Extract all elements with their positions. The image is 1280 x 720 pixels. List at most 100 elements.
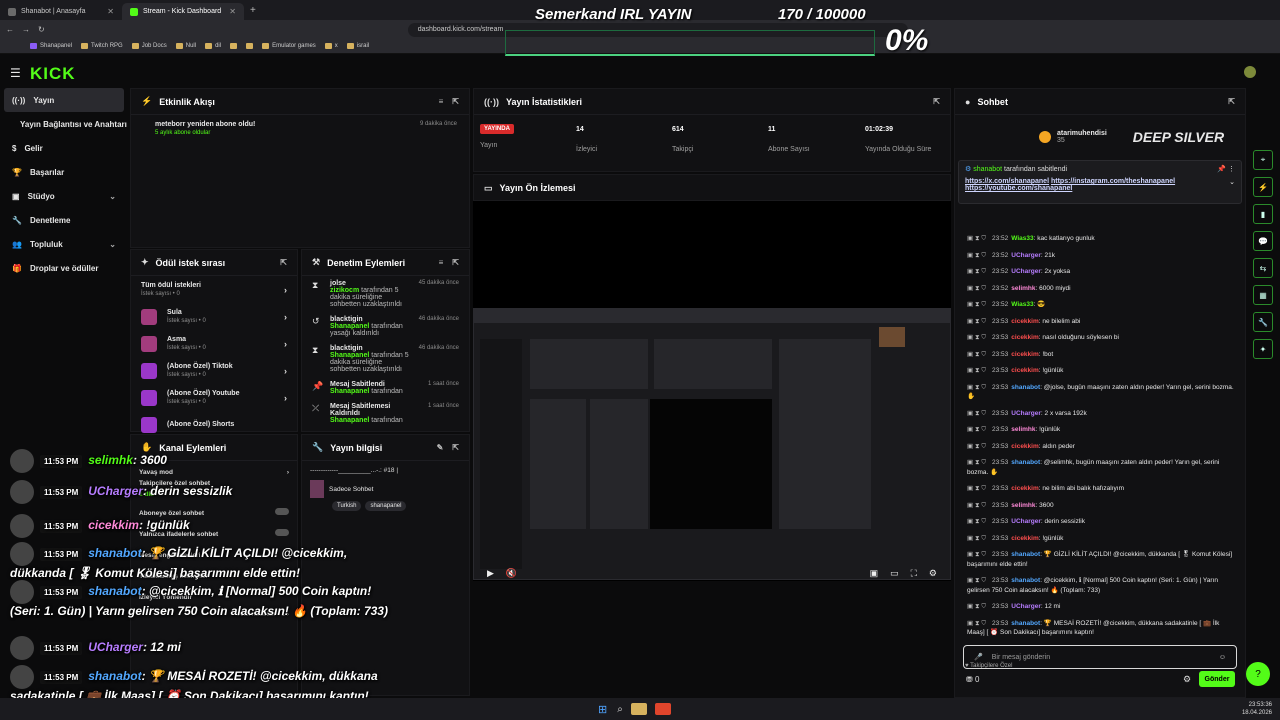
tag-chip[interactable]: Turkish [332,501,362,511]
message-user[interactable]: shanabot [1011,620,1040,627]
forward-icon[interactable]: → [22,25,30,34]
pinned-link[interactable]: https://youtube.com/shanapanel [965,185,1072,192]
bookmark-item[interactable]: Job Docs [131,43,167,49]
popout-icon[interactable]: ⇱ [933,97,940,106]
reward-item[interactable]: Sula İstek sayısı • 0 › [131,303,297,330]
browser-icon[interactable] [654,703,671,715]
chat-icon[interactable]: 💬 [1253,231,1273,251]
bookmark-item[interactable]: Twitch RPG [81,43,123,49]
kick-logo[interactable]: KICK [30,64,76,84]
chevron-down-icon[interactable]: ⌄ [1229,178,1235,186]
message-user[interactable]: cicekkim [1011,318,1038,325]
toggle-switch[interactable] [275,529,289,536]
message-user[interactable]: cicekkim [1011,535,1038,542]
sidebar-item-stream-key[interactable]: Yayın Bağlantısı ve Anahtarı [0,112,128,136]
emote-icon[interactable]: ☺ [1219,654,1226,661]
message-user[interactable]: selimhk [1011,285,1035,292]
message-user[interactable]: UCharger [1011,518,1041,525]
bookmark-item[interactable]: israil [346,43,369,49]
moderator-name[interactable]: zizikocm [330,287,359,294]
close-icon[interactable]: ✕ [229,7,236,16]
bookmark-item[interactable]: x [324,43,338,49]
popout-icon[interactable]: ⇱ [280,258,287,267]
pin-icon[interactable]: 📌 ⋮ [1217,165,1235,173]
message-user[interactable]: cicekkim [1011,334,1038,341]
windows-start-icon[interactable]: ⊞ [598,703,607,716]
reward-item[interactable]: (Abone Özel) Youtube İstek sayısı • 0 › [131,384,297,411]
sidebar-item-topluluk[interactable]: 👥 Topluluk ⌄ [0,232,128,256]
browser-tab-kick-dashboard[interactable]: Stream - Kick Dashboard ✕ [122,3,244,20]
message-user[interactable]: selimhk [1011,426,1035,433]
message-user[interactable]: cicekkim [1011,351,1038,358]
message-user[interactable]: selimhk [1011,502,1035,509]
bolt-icon[interactable]: ⚡ [1253,177,1273,197]
play-icon[interactable]: ▶ [487,568,494,579]
message-user[interactable]: UCharger [1011,268,1041,275]
layout-icon[interactable]: ▦ [1253,285,1273,305]
new-tab-button[interactable]: + [250,5,256,16]
message-user[interactable]: UCharger [1011,252,1041,259]
bookmark-item[interactable] [246,43,254,49]
sidebar-item-denetleme[interactable]: 🔧 Denetleme [0,208,128,232]
tag-chip[interactable]: shanapanel [365,501,407,511]
reward-item[interactable]: (Abone Özel) Tiktok İstek sayısı • 0 › [131,357,297,384]
avatar[interactable] [1244,66,1256,78]
toggle-switch[interactable] [275,508,289,515]
message-user[interactable]: shanabot [1011,384,1040,391]
gift-icon[interactable]: ✦ [1253,339,1273,359]
reload-icon[interactable]: ↻ [38,25,45,34]
popout-icon[interactable]: ⇱ [1228,97,1235,106]
bookmark-item[interactable] [230,43,238,49]
browser-tab-shanabot[interactable]: Shanabot | Anasayfa ✕ [0,3,122,20]
chat-input[interactable]: 🎤 Bir mesaj gönderin ☺ [963,645,1237,669]
reward-item[interactable]: Asma İstek sayısı • 0 › [131,330,297,357]
sidebar-item-droplar[interactable]: 🎁 Droplar ve ödüller [0,256,128,280]
send-button[interactable]: Gönder [1199,671,1235,687]
filter-icon[interactable]: ≡ [439,97,444,106]
sidebar-item-yayin[interactable]: ((·)) Yayın [4,88,124,112]
bookmark-item[interactable]: dil [205,43,221,49]
gear-icon[interactable]: ⚙ [929,568,937,579]
message-user[interactable]: Wias33 [1011,301,1033,308]
message-user[interactable]: shanabot [1011,459,1040,466]
popout-icon[interactable]: ⇱ [452,258,459,267]
moderator-name[interactable]: Shanapanel [330,352,369,359]
bookmark-item[interactable]: Null [175,43,196,49]
bookmark-item[interactable]: Emulator games [262,43,316,49]
search-icon[interactable]: ⌕ [617,704,623,715]
system-clock[interactable]: 23:53:36 18.04.2026 [1242,701,1272,717]
sidebar-item-studyo[interactable]: ▣ Stüdyo ⌄ [0,184,128,208]
message-user[interactable]: cicekkim [1011,367,1038,374]
message-user[interactable]: cicekkim [1011,485,1038,492]
folder-icon[interactable] [630,703,647,715]
back-icon[interactable]: ← [6,25,14,34]
close-icon[interactable]: ✕ [107,7,114,16]
chat-points[interactable]: ⛃ 0 [966,675,979,684]
pinned-link[interactable]: https://instagram.com/theshanapanel [1051,178,1175,185]
reward-item-all[interactable]: Tüm ödül istekleri İstek sayısı • 0 › [131,276,297,303]
raid-icon[interactable]: ⇆ [1253,258,1273,278]
moderator-name[interactable]: Shanapanel [330,417,369,424]
mute-icon[interactable]: 🔇 [506,568,517,579]
target-icon[interactable]: ⌖ [1253,150,1273,170]
mic-icon[interactable]: 🎤 [974,653,983,661]
bookmark-item[interactable]: Shanapanel [30,43,72,49]
pip-icon[interactable]: ▣ [870,568,879,579]
category-name[interactable]: Sadece Sohbet [329,486,373,493]
gear-icon[interactable]: ⚙ [1183,674,1191,685]
message-user[interactable]: UCharger [1011,410,1041,417]
help-button[interactable]: ? [1246,662,1270,686]
menu-icon[interactable]: ☰ [10,66,21,80]
popout-icon[interactable]: ⇱ [452,97,459,106]
filter-icon[interactable]: ≡ [439,258,444,267]
moderator-name[interactable]: Shanapanel [330,323,369,330]
message-user[interactable]: shanabot [1011,551,1040,558]
fullscreen-icon[interactable]: ⛶ [911,568,917,579]
theater-icon[interactable]: ▭ [890,568,899,579]
message-user[interactable]: UCharger [1011,603,1041,610]
pinned-link[interactable]: https://x.com/shanapanel [965,178,1049,185]
sidebar-item-basarilar[interactable]: 🏆 Başarılar [0,160,128,184]
message-user[interactable]: shanabot [1011,577,1040,584]
popout-icon[interactable]: ⇱ [452,443,459,452]
edit-icon[interactable]: ✎ [437,443,444,452]
